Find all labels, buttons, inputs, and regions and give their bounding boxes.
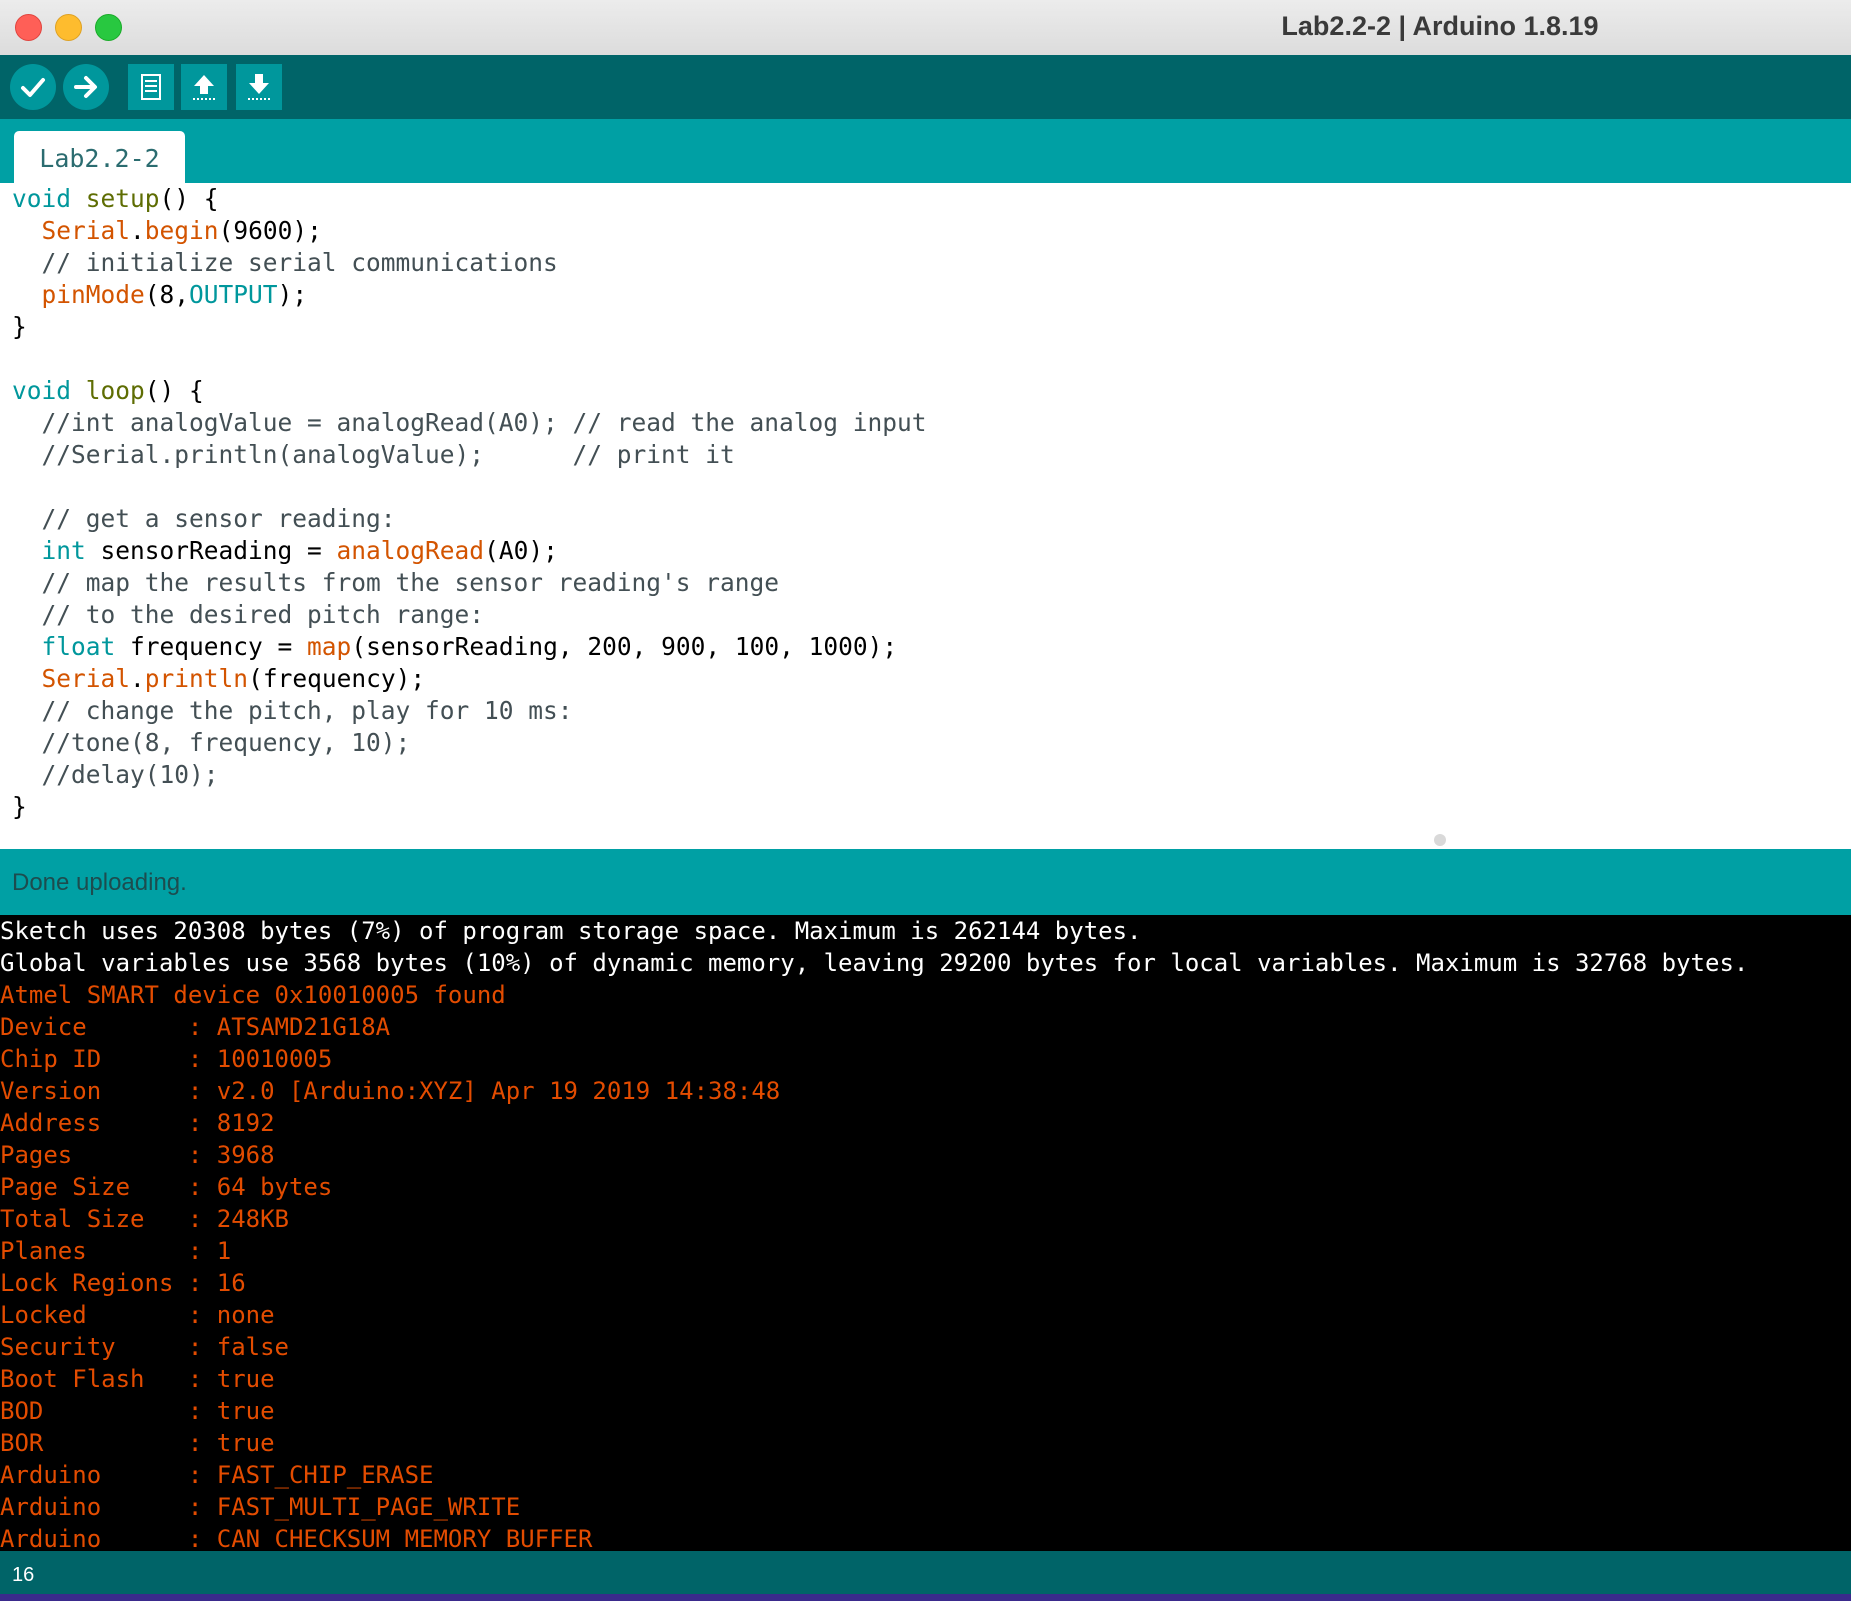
- upload-button[interactable]: [63, 64, 109, 110]
- new-file-icon: [141, 74, 161, 100]
- line-number: 16: [12, 1564, 35, 1586]
- console-line: BOD : true: [0, 1397, 275, 1425]
- console-line: BOR : true: [0, 1429, 275, 1457]
- editor-divider[interactable]: [0, 833, 1851, 849]
- console-line: Locked : none: [0, 1301, 275, 1329]
- console-line: Pages : 3968: [0, 1141, 275, 1169]
- console-line: Atmel SMART device 0x10010005 found: [0, 981, 506, 1009]
- console-text: Sketch uses 20308 bytes (7%) of program …: [0, 915, 1748, 1551]
- status-message: Done uploading.: [12, 869, 187, 896]
- verify-button[interactable]: [10, 64, 56, 110]
- console-line: Security : false: [0, 1333, 289, 1361]
- zoom-window-button[interactable]: [95, 14, 122, 41]
- status-bar: Done uploading.: [0, 849, 1851, 915]
- tab-lab2-2-2[interactable]: Lab2.2-2: [14, 131, 185, 183]
- new-button[interactable]: [128, 64, 174, 110]
- console-line: Page Size : 64 bytes: [0, 1173, 333, 1201]
- console-line: Address : 8192: [0, 1109, 275, 1137]
- console-line: Planes : 1: [0, 1237, 232, 1265]
- code-text[interactable]: void setup() { Serial.begin(9600); // in…: [12, 183, 927, 823]
- console-line: Arduino : FAST_MULTI_PAGE_WRITE: [0, 1493, 521, 1521]
- save-icon: [248, 74, 270, 100]
- upload-arrow-icon: [74, 76, 97, 98]
- save-button[interactable]: [236, 64, 282, 110]
- console-line: Arduino : FAST_CHIP_ERASE: [0, 1461, 434, 1489]
- splitter-handle[interactable]: [1434, 834, 1446, 846]
- console-output[interactable]: Sketch uses 20308 bytes (7%) of program …: [0, 915, 1851, 1551]
- close-window-button[interactable]: [15, 14, 42, 41]
- title-bar: Lab2.2-2 | Arduino 1.8.19: [0, 0, 1851, 56]
- console-line: Version : v2.0 [Arduino:XYZ] Apr 19 2019…: [0, 1077, 781, 1105]
- console-line: Device : ATSAMD21G18A: [0, 1013, 391, 1041]
- tab-bar: Lab2.2-2: [0, 119, 1851, 183]
- console-line: Global variables use 3568 bytes (10%) of…: [0, 949, 1749, 977]
- open-icon: [193, 75, 215, 100]
- console-line: Total Size : 248KB: [0, 1205, 289, 1233]
- window-title: Lab2.2-2 | Arduino 1.8.19: [1281, 11, 1599, 41]
- minimize-window-button[interactable]: [55, 14, 82, 41]
- console-line: Boot Flash : true: [0, 1365, 275, 1393]
- desktop-strip: [0, 1594, 1851, 1601]
- verify-icon: [21, 78, 45, 97]
- console-line: Lock Regions : 16: [0, 1269, 246, 1297]
- open-button[interactable]: [181, 64, 227, 110]
- console-line: Sketch uses 20308 bytes (7%) of program …: [0, 917, 1142, 945]
- toolbar: [0, 55, 1851, 119]
- console-line: Arduino : CAN_CHECKSUM_MEMORY_BUFFER: [0, 1525, 593, 1551]
- console-line: Chip ID : 10010005: [0, 1045, 333, 1073]
- code-editor[interactable]: void setup() { Serial.begin(9600); // in…: [0, 183, 1851, 833]
